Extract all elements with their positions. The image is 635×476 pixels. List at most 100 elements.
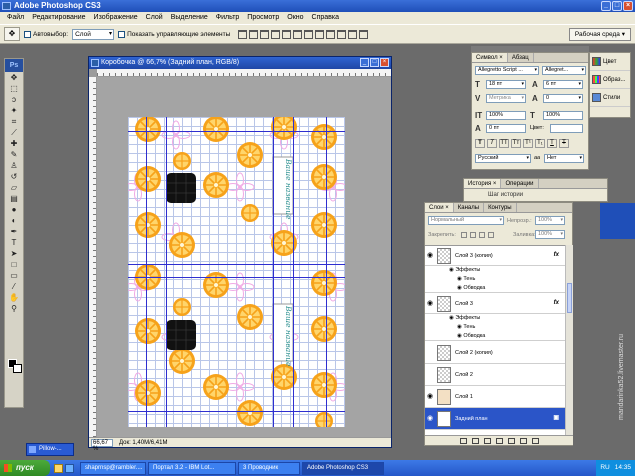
taskbar-item-mail[interactable]: shaprnsp@rambler.... <box>80 461 146 475</box>
healing-brush-tool-icon[interactable]: ✚ <box>5 138 23 149</box>
layer-row[interactable]: ◉ Слой 3 (копия) fx <box>425 246 565 266</box>
guide-line[interactable] <box>128 277 345 278</box>
minimize-button[interactable]: _ <box>601 1 611 11</box>
visibility-eye-icon[interactable]: ◉ <box>427 252 435 260</box>
effect-row-stroke[interactable]: ◉ Обводка <box>425 284 565 293</box>
underline-icon[interactable]: T <box>547 139 557 148</box>
layer-row[interactable]: ◉ Слой 1 <box>425 386 565 408</box>
guide-line[interactable] <box>128 411 345 412</box>
history-brush-tool-icon[interactable]: ↺ <box>5 171 23 182</box>
show-transform-controls-checkbox[interactable]: Показать управляющие элементы <box>118 30 230 38</box>
maximize-button[interactable]: □ <box>612 1 622 11</box>
distribute-hcenter-icon[interactable] <box>348 29 358 39</box>
menu-filter[interactable]: Фильтр <box>212 12 244 24</box>
effect-row-shadow[interactable]: ◉ Тень <box>425 323 565 332</box>
effects-group-row[interactable]: ◉ Эффекты <box>425 314 565 323</box>
blur-tool-icon[interactable]: ● <box>5 204 23 215</box>
gradient-tool-icon[interactable]: ▤ <box>5 193 23 204</box>
lock-transparency-icon[interactable] <box>461 232 467 238</box>
marquee-tool-icon[interactable]: ⬚ <box>5 83 23 94</box>
eye-icon[interactable]: ◉ <box>457 324 462 330</box>
eye-icon[interactable]: ◉ <box>449 315 454 321</box>
align-hcenter-icon[interactable] <box>282 29 292 39</box>
vertical-ruler[interactable] <box>89 77 97 437</box>
tab-actions[interactable]: Операции <box>501 179 539 188</box>
menu-image[interactable]: Изображение <box>90 12 142 24</box>
document-size-info[interactable]: Док: 1,40M/6,41M <box>119 440 167 446</box>
slice-tool-icon[interactable]: ⟋ <box>5 127 23 138</box>
new-group-icon[interactable] <box>507 437 515 444</box>
visibility-eye-placeholder[interactable] <box>427 371 435 379</box>
faux-italic-icon[interactable]: T <box>487 139 497 148</box>
hand-tool-icon[interactable]: ✋ <box>5 292 23 303</box>
tab-paths[interactable]: Контуры <box>484 203 517 212</box>
lock-image-icon[interactable] <box>470 232 476 238</box>
distribute-left-icon[interactable] <box>337 29 347 39</box>
zoom-tool-icon[interactable]: ⚲ <box>5 303 23 314</box>
guide-line[interactable] <box>166 117 167 427</box>
new-layer-icon[interactable] <box>519 437 527 444</box>
document-title-bar[interactable]: Коробочка @ 66,7% (Задний план, RGB/8) _… <box>89 57 391 69</box>
opacity-field[interactable]: 100% <box>535 216 565 225</box>
visibility-eye-icon[interactable]: ◉ <box>427 393 435 401</box>
eyedropper-tool-icon[interactable]: ⁄ <box>5 281 23 292</box>
blend-mode-select[interactable]: Нормальный <box>428 216 504 225</box>
guide-line[interactable] <box>273 117 274 427</box>
taskbar-item-photoshop[interactable]: Adobe Photoshop CS3 <box>302 461 384 475</box>
lock-all-icon[interactable] <box>488 232 494 238</box>
magic-wand-tool-icon[interactable]: ✦ <box>5 105 23 116</box>
guide-line[interactable] <box>128 264 345 265</box>
menu-file[interactable]: Файл <box>3 12 28 24</box>
layer-effects-icon[interactable]: fx <box>554 300 559 306</box>
guide-line[interactable] <box>128 131 345 132</box>
pen-tool-icon[interactable]: ✒ <box>5 226 23 237</box>
visibility-eye-icon[interactable]: ◉ <box>427 415 435 423</box>
path-selection-tool-icon[interactable]: ➤ <box>5 248 23 259</box>
horizontal-ruler[interactable] <box>97 69 391 77</box>
brush-tool-icon[interactable]: ✎ <box>5 149 23 160</box>
all-caps-icon[interactable]: TT <box>499 139 509 148</box>
color-panel-button[interactable]: Цвет <box>590 53 630 71</box>
eye-icon[interactable]: ◉ <box>449 267 454 273</box>
menu-window[interactable]: Окно <box>283 12 307 24</box>
layer-row-selected[interactable]: ◉ Задний план ▣ <box>425 408 565 430</box>
eraser-tool-icon[interactable]: ▱ <box>5 182 23 193</box>
distribute-vcenter-icon[interactable] <box>315 29 325 39</box>
menu-layer[interactable]: Слой <box>142 12 167 24</box>
align-top-icon[interactable] <box>238 29 248 39</box>
doc-close-button[interactable]: × <box>380 58 389 67</box>
adjustment-layer-icon[interactable] <box>495 437 503 444</box>
minimized-document[interactable]: Pillow-... <box>26 443 74 456</box>
move-tool-icon[interactable]: ✥ <box>5 72 23 83</box>
show-controls-check-box[interactable] <box>118 30 126 38</box>
guide-line[interactable] <box>293 117 294 427</box>
quick-launch-icon[interactable] <box>54 463 63 473</box>
tab-layers[interactable]: Слои × <box>425 203 454 212</box>
quick-launch-icon[interactable] <box>65 463 74 473</box>
swatches-panel-button[interactable]: Образ... <box>590 71 630 89</box>
language-indicator[interactable]: RU <box>600 460 609 476</box>
menu-help[interactable]: Справка <box>308 12 343 24</box>
taskbar-item-explorer[interactable]: 3 Проводник <box>238 461 300 475</box>
type-tool-icon[interactable]: T <box>5 237 23 248</box>
strikethrough-icon[interactable]: T <box>559 139 569 148</box>
tab-character[interactable]: Символ × <box>472 53 508 62</box>
scrollbar-thumb[interactable] <box>567 283 572 313</box>
document-canvas[interactable]: Ваше название Ваше название <box>128 117 345 427</box>
workspace-button[interactable]: Рабочая среда ▾ <box>568 27 631 41</box>
align-left-icon[interactable] <box>271 29 281 39</box>
autoselect-checkbox[interactable]: Автовыбор: <box>24 30 68 38</box>
guide-line[interactable] <box>326 117 327 427</box>
crop-tool-icon[interactable]: ⌗ <box>5 116 23 127</box>
font-family-select[interactable]: Allegretto Script ... <box>475 66 539 75</box>
leading-field[interactable]: 6 пт <box>543 80 583 89</box>
zoom-level-field[interactable]: 66,67 % <box>91 438 113 452</box>
eye-icon[interactable]: ◉ <box>457 285 462 291</box>
styles-panel-button[interactable]: Стили <box>590 89 630 107</box>
tracking-field[interactable]: 0 <box>543 94 583 103</box>
lock-position-icon[interactable] <box>479 232 485 238</box>
distribute-right-icon[interactable] <box>359 29 369 39</box>
language-select[interactable]: Русский <box>475 154 531 163</box>
align-bottom-icon[interactable] <box>260 29 270 39</box>
effects-group-row[interactable]: ◉ Эффекты <box>425 266 565 275</box>
